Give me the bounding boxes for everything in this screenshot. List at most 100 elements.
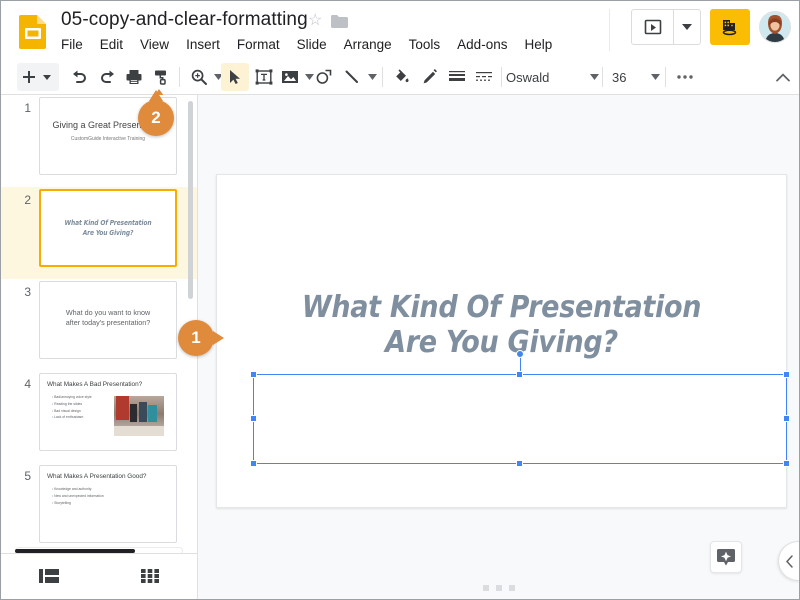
menu-item-file[interactable]: File — [61, 37, 83, 52]
explore-button[interactable] — [710, 541, 742, 573]
slide-thumbnail-panel[interactable]: 1 Giving a Great Presentation CustomGuid… — [1, 95, 197, 553]
font-size-selector[interactable]: 36 — [612, 63, 626, 91]
present-button[interactable] — [632, 10, 674, 44]
thumb-bullet: Lack of enthusiasm — [52, 414, 92, 421]
menu-item-tools[interactable]: Tools — [409, 37, 441, 52]
menu-item-arrange[interactable]: Arrange — [344, 37, 392, 52]
slide-preview[interactable]: What Makes A Presentation Good? Knowledg… — [39, 465, 177, 543]
google-slides-window: 05-copy-and-clear-formatting ☆ File Edit… — [0, 0, 800, 600]
redo-button[interactable] — [94, 63, 122, 91]
border-weight-icon — [449, 71, 465, 81]
canvas-page-indicator — [198, 585, 799, 591]
slide-thumbnail-4[interactable]: 4 What Makes A Bad Presentation? Bad/ann… — [1, 371, 197, 463]
slide-number: 1 — [24, 101, 31, 115]
select-tool-button[interactable] — [221, 63, 249, 91]
line-dropdown-button[interactable] — [363, 63, 381, 91]
line-button[interactable] — [338, 63, 366, 91]
header-actions — [631, 9, 791, 45]
textbox-button[interactable] — [250, 63, 278, 91]
slide-title-line2: Are You Giving? — [385, 325, 618, 361]
menu-item-view[interactable]: View — [140, 37, 169, 52]
present-icon — [644, 19, 661, 35]
menu-item-format[interactable]: Format — [237, 37, 280, 52]
slides-logo-icon — [17, 13, 49, 49]
thumb-bullets: Bad/annoying voice style Reading the sli… — [52, 394, 92, 421]
slide-preview[interactable]: What Makes A Bad Presentation? Bad/annoy… — [39, 373, 177, 451]
new-slide-button[interactable] — [17, 63, 59, 91]
filmstrip-view-button[interactable] — [37, 565, 61, 587]
thumbnail-panel-scrollbar[interactable] — [188, 101, 193, 299]
slide-preview[interactable]: What Kind Of Presentation Are You Giving… — [39, 189, 177, 267]
menu-item-addons[interactable]: Add-ons — [457, 37, 507, 52]
resize-handle-ne[interactable] — [783, 371, 790, 378]
callout-number: 1 — [191, 328, 201, 347]
resize-handle-se[interactable] — [783, 460, 790, 467]
menu-item-slide[interactable]: Slide — [297, 37, 327, 52]
chevron-down-icon — [367, 74, 377, 80]
star-outline-icon[interactable]: ☆ — [308, 13, 322, 29]
menu-item-help[interactable]: Help — [524, 37, 552, 52]
thumb-bullet: New and unexpected information — [52, 493, 104, 500]
slide-thumbnail-3[interactable]: 3 What do you want to know after today's… — [1, 279, 197, 371]
paint-format-button[interactable] — [147, 63, 175, 91]
app-header: 05-copy-and-clear-formatting ☆ File Edit… — [1, 1, 799, 59]
slide-thumbnail-2[interactable]: 2 What Kind Of Presentation Are You Givi… — [1, 187, 197, 279]
folder-icon[interactable] — [331, 15, 348, 28]
zoom-icon — [191, 69, 207, 85]
avatar[interactable] — [759, 11, 791, 43]
slide-number: 3 — [24, 285, 31, 299]
slide-canvas-area[interactable]: What Kind Of Presentation Are You Giving… — [198, 95, 799, 599]
menu-item-insert[interactable]: Insert — [186, 37, 220, 52]
resize-handle-s[interactable] — [516, 460, 523, 467]
collapse-toolbar-button[interactable] — [771, 63, 795, 91]
slide-title-text: What Kind Of Presentation Are You Giving… — [217, 290, 786, 360]
thumb-bullet: Knowledge and authority — [52, 486, 104, 493]
border-color-button[interactable] — [416, 63, 444, 91]
thumb-title-line1: What Kind Of Presentation — [64, 219, 152, 227]
resize-handle-sw[interactable] — [250, 460, 257, 467]
border-dash-button[interactable] — [470, 63, 498, 91]
shape-button[interactable] — [310, 63, 338, 91]
callout-number: 2 — [151, 108, 161, 127]
thumb-heading: What Makes A Bad Presentation? — [47, 381, 143, 388]
font-family-dropdown-button[interactable] — [585, 63, 603, 91]
resize-handle-w[interactable] — [250, 415, 257, 422]
border-weight-button[interactable] — [443, 63, 471, 91]
resize-handle-n[interactable] — [516, 371, 523, 378]
chevron-down-icon — [682, 24, 692, 30]
present-dropdown-button[interactable] — [674, 10, 700, 44]
document-title[interactable]: 05-copy-and-clear-formatting — [61, 9, 308, 31]
font-size-dropdown-button[interactable] — [646, 63, 664, 91]
fill-color-button[interactable] — [388, 63, 416, 91]
print-button[interactable] — [120, 63, 148, 91]
resize-handle-e[interactable] — [783, 415, 790, 422]
text-box-selection[interactable] — [250, 350, 790, 467]
undo-button[interactable] — [65, 63, 93, 91]
text-box-icon — [255, 69, 273, 85]
grid-view-icon — [141, 569, 159, 583]
panel-view-switcher — [1, 554, 197, 599]
rotation-handle[interactable] — [516, 350, 524, 358]
slide-thumbnail-5[interactable]: 5 What Makes A Presentation Good? Knowle… — [1, 463, 197, 553]
callout-marker-1: 1 — [178, 320, 224, 356]
page-dot — [495, 585, 502, 591]
more-options-button[interactable] — [671, 63, 699, 91]
font-family-selector[interactable]: Oswald — [506, 63, 549, 91]
current-slide[interactable]: What Kind Of Presentation Are You Giving… — [216, 174, 790, 508]
redo-icon — [101, 70, 114, 83]
grid-view-button[interactable] — [138, 565, 162, 587]
thumb-bullet: Reading the slides — [52, 401, 92, 408]
toolbar-divider — [382, 67, 383, 87]
menu-item-edit[interactable]: Edit — [100, 37, 123, 52]
thumb-bullet: Bad/annoying voice style — [52, 394, 92, 401]
paint-format-icon — [155, 70, 166, 85]
fill-bucket-icon — [396, 69, 409, 83]
main-toolbar: Oswald 36 — [1, 59, 799, 95]
toolbar-divider — [179, 67, 180, 87]
undo-icon — [73, 70, 86, 83]
share-button[interactable] — [710, 9, 750, 45]
resize-handle-nw[interactable] — [250, 371, 257, 378]
slide-preview[interactable]: What do you want to know after today's p… — [39, 281, 177, 359]
side-panel-expand-button[interactable] — [778, 541, 799, 581]
chevron-left-icon — [785, 554, 793, 568]
